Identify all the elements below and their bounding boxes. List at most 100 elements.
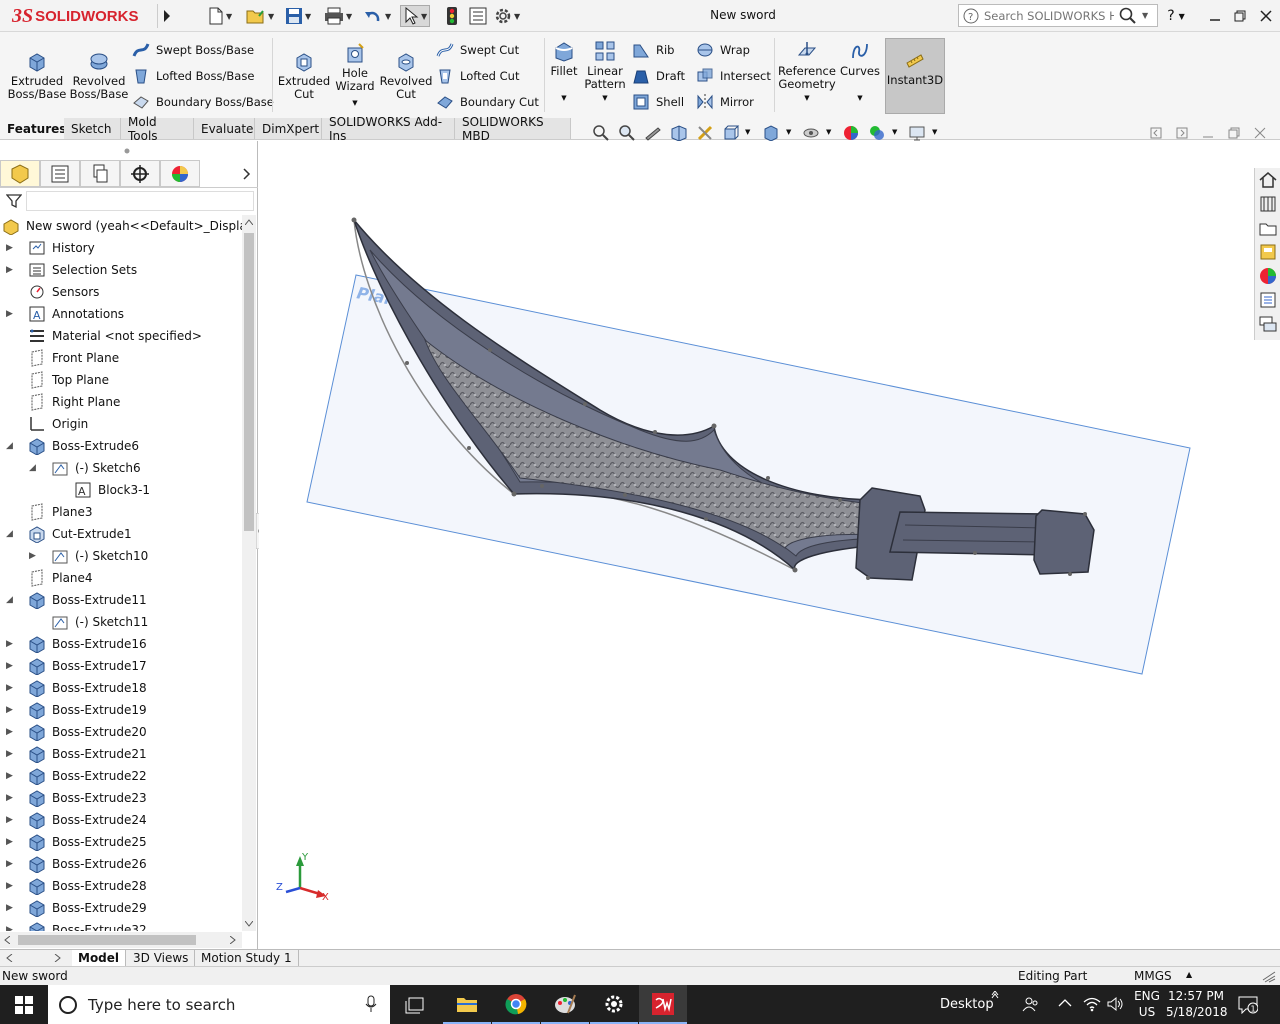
sword-handle[interactable] <box>889 511 1051 556</box>
tree-horizontal-scrollbar[interactable] <box>0 932 242 948</box>
undo-button[interactable]: ▼ <box>363 5 391 27</box>
tab-dimxpert[interactable]: DimXpert <box>255 118 322 139</box>
expand-toggle-icon[interactable]: ▶ <box>6 683 16 693</box>
view-settings-dropdown-icon[interactable]: ▼ <box>932 128 937 136</box>
expand-toggle-icon[interactable]: ▶ <box>6 815 16 825</box>
search-dropdown-icon[interactable]: ▼ <box>1142 11 1148 20</box>
swept-cut-button[interactable]: Swept Cut <box>436 40 519 60</box>
expand-toggle-icon[interactable]: ▶ <box>6 837 16 847</box>
expand-toggle-icon[interactable]: ▶ <box>6 727 16 737</box>
scene-dropdown-icon[interactable]: ▼ <box>892 128 897 136</box>
solidworks-taskbar-button[interactable] <box>639 985 687 1024</box>
hide-show-items-icon[interactable] <box>802 124 820 142</box>
tree-node[interactable]: ▶ Boss-Extrude25 <box>6 831 147 853</box>
tree-node[interactable]: ▶ Boss-Extrude16 <box>6 633 147 655</box>
wifi-icon[interactable] <box>1083 996 1101 1012</box>
chrome-taskbar-button[interactable] <box>492 985 540 1024</box>
lofted-cut-button[interactable]: Lofted Cut <box>436 66 519 86</box>
fillet-button[interactable]: Fillet ▼ <box>548 40 580 105</box>
tree-node[interactable]: Material <not specified> <box>6 325 202 347</box>
expand-toggle-icon[interactable]: ◢ <box>6 529 16 539</box>
tree-node[interactable]: ▶ Boss-Extrude20 <box>6 721 147 743</box>
vertical-scroll-thumb[interactable] <box>244 233 254 531</box>
solidworks-resources-home-icon[interactable] <box>1258 170 1278 190</box>
boundary-cut-button[interactable]: Boundary Cut <box>436 92 539 112</box>
tree-node[interactable]: Plane4 <box>6 567 93 589</box>
tree-node[interactable]: Plane3 <box>6 501 93 523</box>
graphics-area[interactable]: Plane3 Y X Z <box>259 141 1280 949</box>
tab-solidworks-mbd[interactable]: SOLIDWORKS MBD <box>455 115 571 143</box>
zoom-to-fit-icon[interactable] <box>592 124 610 142</box>
expand-toggle-icon[interactable]: ▶ <box>29 551 39 561</box>
custom-properties-icon[interactable] <box>1258 290 1278 310</box>
tree-node[interactable]: ◢ Cut-Extrude1 <box>6 523 132 545</box>
expand-toggle-icon[interactable]: ▶ <box>6 925 16 931</box>
view-orientation-dropdown-icon[interactable]: ▼ <box>745 128 750 136</box>
extruded-boss-button[interactable]: Extruded Boss/Base <box>6 50 68 101</box>
tree-node[interactable]: A Block3-1 <box>52 479 150 501</box>
display-style-icon[interactable] <box>762 124 780 142</box>
filter-funnel-icon[interactable] <box>6 193 22 209</box>
select-button[interactable]: ▼ <box>400 5 431 27</box>
expand-toggle-icon[interactable]: ◢ <box>6 595 16 605</box>
design-library-icon[interactable] <box>1258 194 1278 214</box>
tree-node[interactable]: ▶ Selection Sets <box>6 259 137 281</box>
horizontal-scroll-thumb[interactable] <box>18 935 196 945</box>
expand-toggle-icon[interactable]: ▶ <box>6 705 16 715</box>
print-button[interactable]: ▼ <box>324 5 352 27</box>
tree-node[interactable]: ▶ Boss-Extrude17 <box>6 655 147 677</box>
mirror-button[interactable]: Mirror <box>696 92 754 112</box>
scroll-left-icon[interactable] <box>4 936 10 944</box>
viewport-minimize-icon[interactable] <box>1202 127 1214 139</box>
tab-mold-tools[interactable]: Mold Tools <box>121 115 194 143</box>
lofted-boss-button[interactable]: Lofted Boss/Base <box>132 66 254 86</box>
tab-dimxpert-manager[interactable] <box>120 160 160 187</box>
close-button[interactable] <box>1256 6 1276 26</box>
reference-geometry-button[interactable]: Reference Geometry ▼ <box>776 40 838 105</box>
tree-filter-row[interactable] <box>0 189 258 213</box>
show-hidden-icons-icon[interactable] <box>1058 998 1072 1008</box>
model-view-svg[interactable]: Plane3 Y X Z <box>259 141 1280 949</box>
tree-node[interactable]: Front Plane <box>6 347 119 369</box>
tree-node[interactable]: ▶ Boss-Extrude29 <box>6 897 147 919</box>
menu-flyout-arrow[interactable] <box>157 4 175 28</box>
tree-vertical-scrollbar[interactable] <box>242 215 256 931</box>
expand-toggle-icon[interactable]: ▶ <box>6 793 16 803</box>
help-button[interactable]: ? ▼ <box>1166 6 1186 26</box>
tabs-scroll-left-icon[interactable] <box>6 954 14 962</box>
tree-node[interactable]: ◢ Boss-Extrude6 <box>6 435 139 457</box>
expand-toggle-icon[interactable]: ▶ <box>6 771 16 781</box>
tab-display-manager[interactable] <box>160 160 200 187</box>
new-document-button[interactable]: ▼ <box>208 5 232 27</box>
reference-geometry-dropdown-icon[interactable]: ▼ <box>804 92 809 105</box>
expand-toggle-icon[interactable]: ▶ <box>6 881 16 891</box>
volume-icon[interactable] <box>1106 996 1124 1012</box>
draft-button[interactable]: Draft <box>632 66 685 86</box>
filter-input[interactable] <box>26 191 254 211</box>
file-properties-button[interactable] <box>469 5 487 27</box>
microphone-icon[interactable] <box>365 995 377 1013</box>
help-search-input[interactable] <box>984 8 1114 23</box>
tree-node[interactable]: ▶ A Annotations <box>6 303 124 325</box>
intersect-button[interactable]: Intersect <box>696 66 771 86</box>
hide-show-dropdown-icon[interactable]: ▼ <box>826 128 831 136</box>
file-explorer-taskbar-button[interactable] <box>443 985 491 1024</box>
tab-motion-study-1[interactable]: Motion Study 1 <box>195 950 299 966</box>
scroll-down-icon[interactable] <box>245 921 253 927</box>
solidworks-logo[interactable]: 3S SOLIDWORKS <box>12 3 138 29</box>
boundary-boss-button[interactable]: Boundary Boss/Base <box>132 92 274 112</box>
people-icon[interactable] <box>1022 995 1040 1013</box>
linear-pattern-dropdown-icon[interactable]: ▼ <box>602 92 607 105</box>
expand-toggle-icon[interactable]: ◢ <box>6 441 16 451</box>
curves-button[interactable]: Curves ▼ <box>840 40 880 105</box>
view-palette-icon[interactable] <box>1258 242 1278 262</box>
sword-pommel[interactable] <box>1033 509 1095 575</box>
open-button[interactable]: ▼ <box>246 5 274 27</box>
tree-node[interactable]: ▶ Boss-Extrude22 <box>6 765 147 787</box>
expand-toggle-icon[interactable]: ▶ <box>6 309 16 319</box>
dynamic-annotation-icon[interactable] <box>696 124 714 142</box>
tab-solidworks-add-ins[interactable]: SOLIDWORKS Add-Ins <box>322 115 455 143</box>
options-button[interactable]: ▼ <box>494 5 520 27</box>
expand-toggle-icon[interactable]: ▶ <box>6 859 16 869</box>
units-dropdown-icon[interactable]: ▲ <box>1186 970 1192 979</box>
